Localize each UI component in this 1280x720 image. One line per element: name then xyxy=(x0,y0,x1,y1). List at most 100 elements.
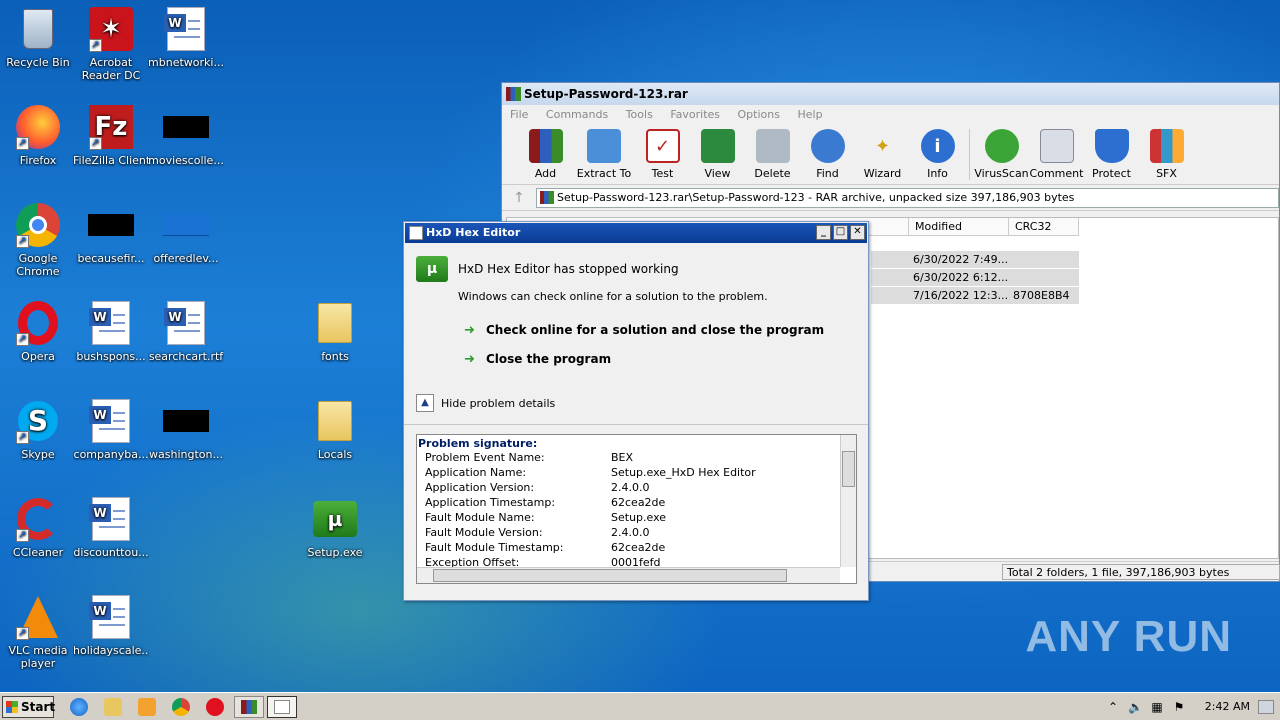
green-arrow-icon: ➜ xyxy=(464,323,475,338)
info-button[interactable]: i Info xyxy=(910,125,965,184)
clock[interactable]: 2:42 AM xyxy=(1205,700,1250,713)
vertical-scrollbar[interactable] xyxy=(840,435,856,567)
find-button[interactable]: Find xyxy=(800,125,855,184)
winrar-menubar: File Commands Tools Favorites Options He… xyxy=(502,105,1279,125)
show-desktop-icon[interactable] xyxy=(1258,700,1274,714)
error-dialog: HxD Hex Editor _ □ ✕ µ HxD Hex Editor ha… xyxy=(403,221,869,601)
shield-icon xyxy=(1094,129,1129,163)
desktop-icon-skype[interactable]: S ↗ Skype xyxy=(0,398,76,461)
close-program-option[interactable]: ➜ Close the program xyxy=(464,352,611,367)
add-label: Add xyxy=(534,167,557,180)
table-row[interactable]: 6/30/2022 7:49... xyxy=(871,251,1079,268)
find-label: Find xyxy=(816,167,839,180)
desktop-icon-file[interactable]: washington... xyxy=(148,398,224,461)
protect-button[interactable]: Protect xyxy=(1084,125,1139,184)
folder-icon xyxy=(311,300,359,346)
extract-to-button[interactable]: Extract To xyxy=(573,125,635,184)
menu-help[interactable]: Help xyxy=(797,108,822,121)
hide-details-toggle[interactable]: ▲ Hide problem details xyxy=(416,394,555,412)
extract-to-label: Extract To xyxy=(576,167,632,180)
test-button[interactable]: ✓ Test xyxy=(635,125,690,184)
desktop-icon-doc[interactable]: W searchcart.rtf xyxy=(148,300,224,363)
desktop-icon-label: FileZilla Client xyxy=(73,154,149,167)
desktop-icon-doc[interactable]: W discounttou... xyxy=(73,496,149,559)
desktop-icon-doc[interactable]: W holidayscale... xyxy=(73,594,149,657)
desktop-icon-folder[interactable]: fonts xyxy=(297,300,373,363)
opera-icon[interactable] xyxy=(206,698,224,716)
desktop-icon-recycle-bin[interactable]: Recycle Bin xyxy=(0,6,76,69)
path-text: Setup-Password-123.rar\Setup-Password-12… xyxy=(557,190,1075,204)
delete-button[interactable]: Delete xyxy=(745,125,800,184)
internet-explorer-icon[interactable] xyxy=(70,698,88,716)
close-button[interactable]: ✕ xyxy=(850,225,865,240)
maximize-button[interactable]: □ xyxy=(833,225,848,240)
desktop-icon-opera[interactable]: ↗ Opera xyxy=(0,300,76,363)
desktop-icon-doc[interactable]: W mbnetworki... xyxy=(148,6,224,69)
detail-key: Fault Module Name: xyxy=(425,511,535,524)
firefox-icon: ↗ xyxy=(14,104,62,150)
status-text: Total 2 folders, 1 file, 397,186,903 byt… xyxy=(1002,564,1280,580)
desktop-icon-chrome[interactable]: ↗ Google Chrome xyxy=(0,202,76,278)
speaker-icon[interactable]: 🔈 xyxy=(1128,700,1143,714)
menu-commands[interactable]: Commands xyxy=(546,108,608,121)
network-icon[interactable]: ▦ xyxy=(1150,700,1164,714)
scrollbar-thumb[interactable] xyxy=(842,451,855,487)
desktop-icon-label: moviescolle... xyxy=(148,154,224,167)
desktop-icon-setup-exe[interactable]: µ Setup.exe xyxy=(297,496,373,559)
desktop-icon-filezilla[interactable]: Fz ↗ FileZilla Client xyxy=(73,104,149,167)
view-button[interactable]: View xyxy=(690,125,745,184)
comment-label: Comment xyxy=(1029,167,1084,180)
menu-options[interactable]: Options xyxy=(738,108,780,121)
desktop-icon-label: fonts xyxy=(321,350,349,363)
add-button[interactable]: Add xyxy=(518,125,573,184)
media-player-icon[interactable] xyxy=(138,698,156,716)
path-field[interactable]: Setup-Password-123.rar\Setup-Password-12… xyxy=(536,187,1279,208)
scrollbar-thumb[interactable] xyxy=(433,569,787,582)
menu-tools[interactable]: Tools xyxy=(626,108,653,121)
desktop-icon-file[interactable]: becausefir... xyxy=(73,202,149,265)
word-doc-icon: W xyxy=(87,300,135,346)
table-row[interactable]: 7/16/2022 12:3... 8708E8B4 xyxy=(871,287,1079,304)
problem-details-box[interactable]: Problem signature: Problem Event Name: BE… xyxy=(416,434,857,584)
menu-file[interactable]: File xyxy=(510,108,528,121)
taskbar-dialog-button[interactable] xyxy=(267,696,297,718)
desktop-icon-file[interactable]: offeredlev... xyxy=(148,202,224,265)
chevron-up-icon: ▲ xyxy=(416,394,434,412)
menu-favorites[interactable]: Favorites xyxy=(670,108,720,121)
desktop-icon-ccleaner[interactable]: ↗ CCleaner xyxy=(0,496,76,559)
explorer-folder-icon[interactable] xyxy=(104,698,122,716)
wizard-button[interactable]: ✦ Wizard xyxy=(855,125,910,184)
desktop-icon-firefox[interactable]: ↗ Firefox xyxy=(0,104,76,167)
desktop-icon-label: CCleaner xyxy=(12,546,64,559)
column-header-crc32[interactable]: CRC32 xyxy=(1009,218,1079,236)
start-button[interactable]: Start xyxy=(2,696,55,718)
up-arrow-icon[interactable]: ↑ xyxy=(502,190,536,206)
flag-icon[interactable]: ⚑ xyxy=(1172,700,1186,714)
sfx-button[interactable]: SFX xyxy=(1139,125,1194,184)
trash-icon xyxy=(755,129,790,163)
chevron-up-icon[interactable]: ⌃ xyxy=(1106,700,1120,714)
minimize-button[interactable]: _ xyxy=(816,225,831,240)
dialog-title: HxD Hex Editor xyxy=(426,226,521,239)
desktop-icon-vlc[interactable]: ↗ VLC media player xyxy=(0,594,76,670)
chrome-icon[interactable] xyxy=(172,698,190,716)
check-online-option[interactable]: ➜ Check online for a solution and close … xyxy=(464,323,824,338)
taskbar-winrar-button[interactable] xyxy=(234,696,264,718)
desktop-icon-file[interactable]: moviescolle... xyxy=(148,104,224,167)
horizontal-scrollbar[interactable] xyxy=(417,567,840,583)
desktop-icon-acrobat[interactable]: ✶ ↗ Acrobat Reader DC xyxy=(73,6,149,82)
desktop-icon-folder[interactable]: Locals xyxy=(297,398,373,461)
table-row[interactable]: 6/30/2022 6:12... xyxy=(871,269,1079,286)
dialog-titlebar[interactable]: HxD Hex Editor _ □ ✕ xyxy=(405,223,867,243)
archive-icon xyxy=(540,190,554,204)
dialog-heading: HxD Hex Editor has stopped working xyxy=(458,262,679,276)
desktop-icon-doc[interactable]: W companyba... xyxy=(73,398,149,461)
desktop-icon-label: companyba... xyxy=(73,448,149,461)
desktop-icon-doc[interactable]: W bushspons... xyxy=(73,300,149,363)
magnifier-icon xyxy=(810,129,845,163)
comment-button[interactable]: Comment xyxy=(1029,125,1084,184)
column-header-modified[interactable]: Modified xyxy=(909,218,1009,236)
winrar-titlebar[interactable]: Setup-Password-123.rar xyxy=(502,83,1279,105)
winrar-icon xyxy=(241,700,257,714)
virusscan-button[interactable]: VirusScan xyxy=(974,125,1029,184)
